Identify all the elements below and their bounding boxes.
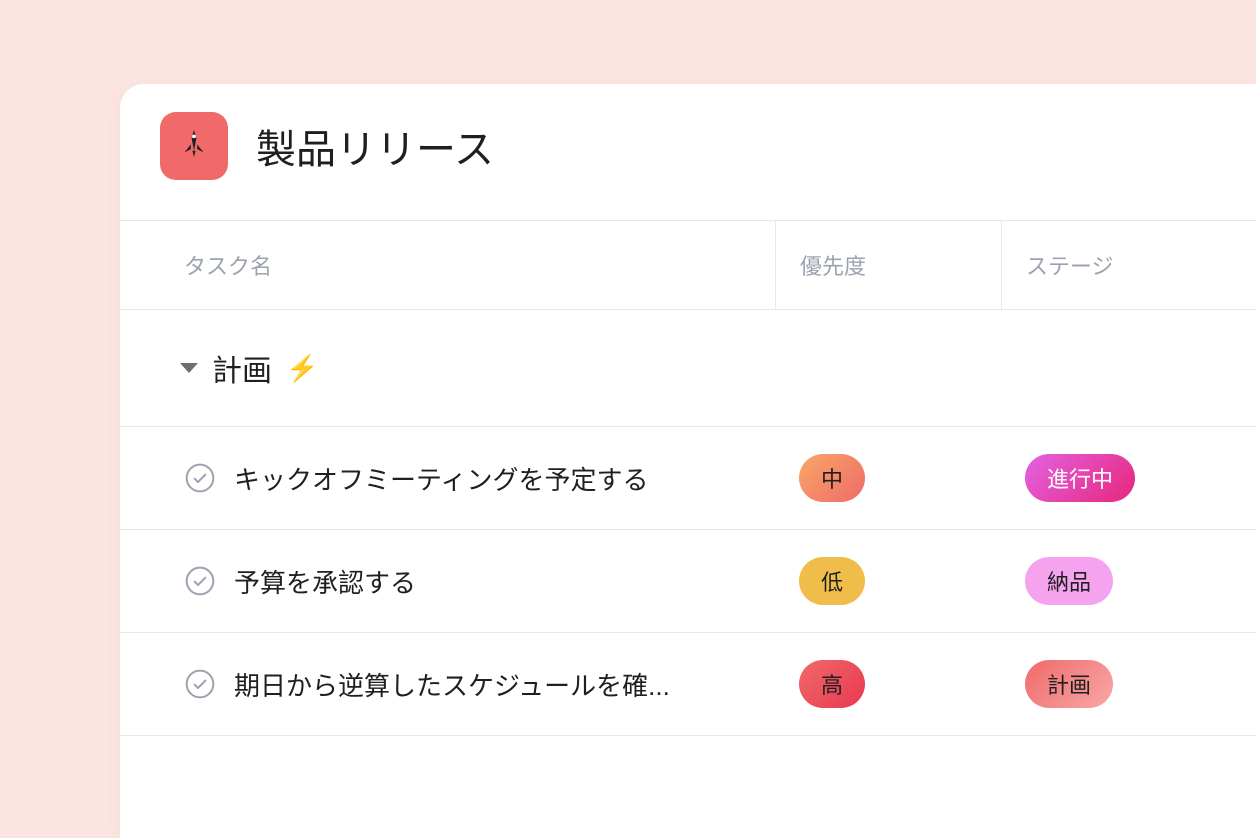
bolt-icon: ⚡ bbox=[286, 353, 318, 384]
task-priority-cell: 中 bbox=[775, 454, 1001, 502]
project-title: 製品リリース bbox=[256, 117, 494, 175]
task-name: 予算を承認する bbox=[234, 563, 416, 600]
priority-badge[interactable]: 低 bbox=[799, 557, 865, 605]
task-row[interactable]: 期日から逆算したスケジュールを確... 高 計画 bbox=[120, 633, 1256, 736]
column-header-name[interactable]: タスク名 bbox=[120, 221, 775, 309]
check-circle-icon[interactable] bbox=[184, 565, 216, 597]
caret-down-icon bbox=[180, 363, 198, 373]
priority-badge[interactable]: 高 bbox=[799, 660, 865, 708]
task-name: キックオフミーティングを予定する bbox=[234, 460, 648, 497]
stage-badge[interactable]: 進行中 bbox=[1025, 454, 1135, 502]
task-name-cell: キックオフミーティングを予定する bbox=[120, 460, 775, 497]
check-circle-icon[interactable] bbox=[184, 668, 216, 700]
task-row[interactable]: キックオフミーティングを予定する 中 進行中 bbox=[120, 427, 1256, 530]
task-priority-cell: 高 bbox=[775, 660, 1001, 708]
table-header: タスク名 優先度 ステージ bbox=[120, 220, 1256, 310]
task-name-cell: 期日から逆算したスケジュールを確... bbox=[120, 666, 775, 703]
project-header: 製品リリース bbox=[120, 84, 1256, 220]
check-circle-icon[interactable] bbox=[184, 462, 216, 494]
task-stage-cell: 進行中 bbox=[1001, 454, 1256, 502]
task-stage-cell: 納品 bbox=[1001, 557, 1256, 605]
task-priority-cell: 低 bbox=[775, 557, 1001, 605]
column-header-priority[interactable]: 優先度 bbox=[775, 221, 1001, 309]
stage-badge[interactable]: 計画 bbox=[1025, 660, 1113, 708]
task-list: キックオフミーティングを予定する 中 進行中予算を承認する 低 納品期日から逆算したスケ… bbox=[120, 427, 1256, 736]
column-header-stage[interactable]: ステージ bbox=[1001, 221, 1256, 309]
task-stage-cell: 計画 bbox=[1001, 660, 1256, 708]
section-title: 計画 bbox=[212, 346, 272, 390]
task-name-cell: 予算を承認する bbox=[120, 563, 775, 600]
task-row[interactable]: 予算を承認する 低 納品 bbox=[120, 530, 1256, 633]
project-card: 製品リリース タスク名 優先度 ステージ 計画 ⚡ キックオフミーティングを予定… bbox=[120, 84, 1256, 838]
rocket-icon bbox=[160, 112, 228, 180]
section-header[interactable]: 計画 ⚡ bbox=[120, 310, 1256, 427]
priority-badge[interactable]: 中 bbox=[799, 454, 865, 502]
stage-badge[interactable]: 納品 bbox=[1025, 557, 1113, 605]
task-name: 期日から逆算したスケジュールを確... bbox=[234, 666, 670, 703]
